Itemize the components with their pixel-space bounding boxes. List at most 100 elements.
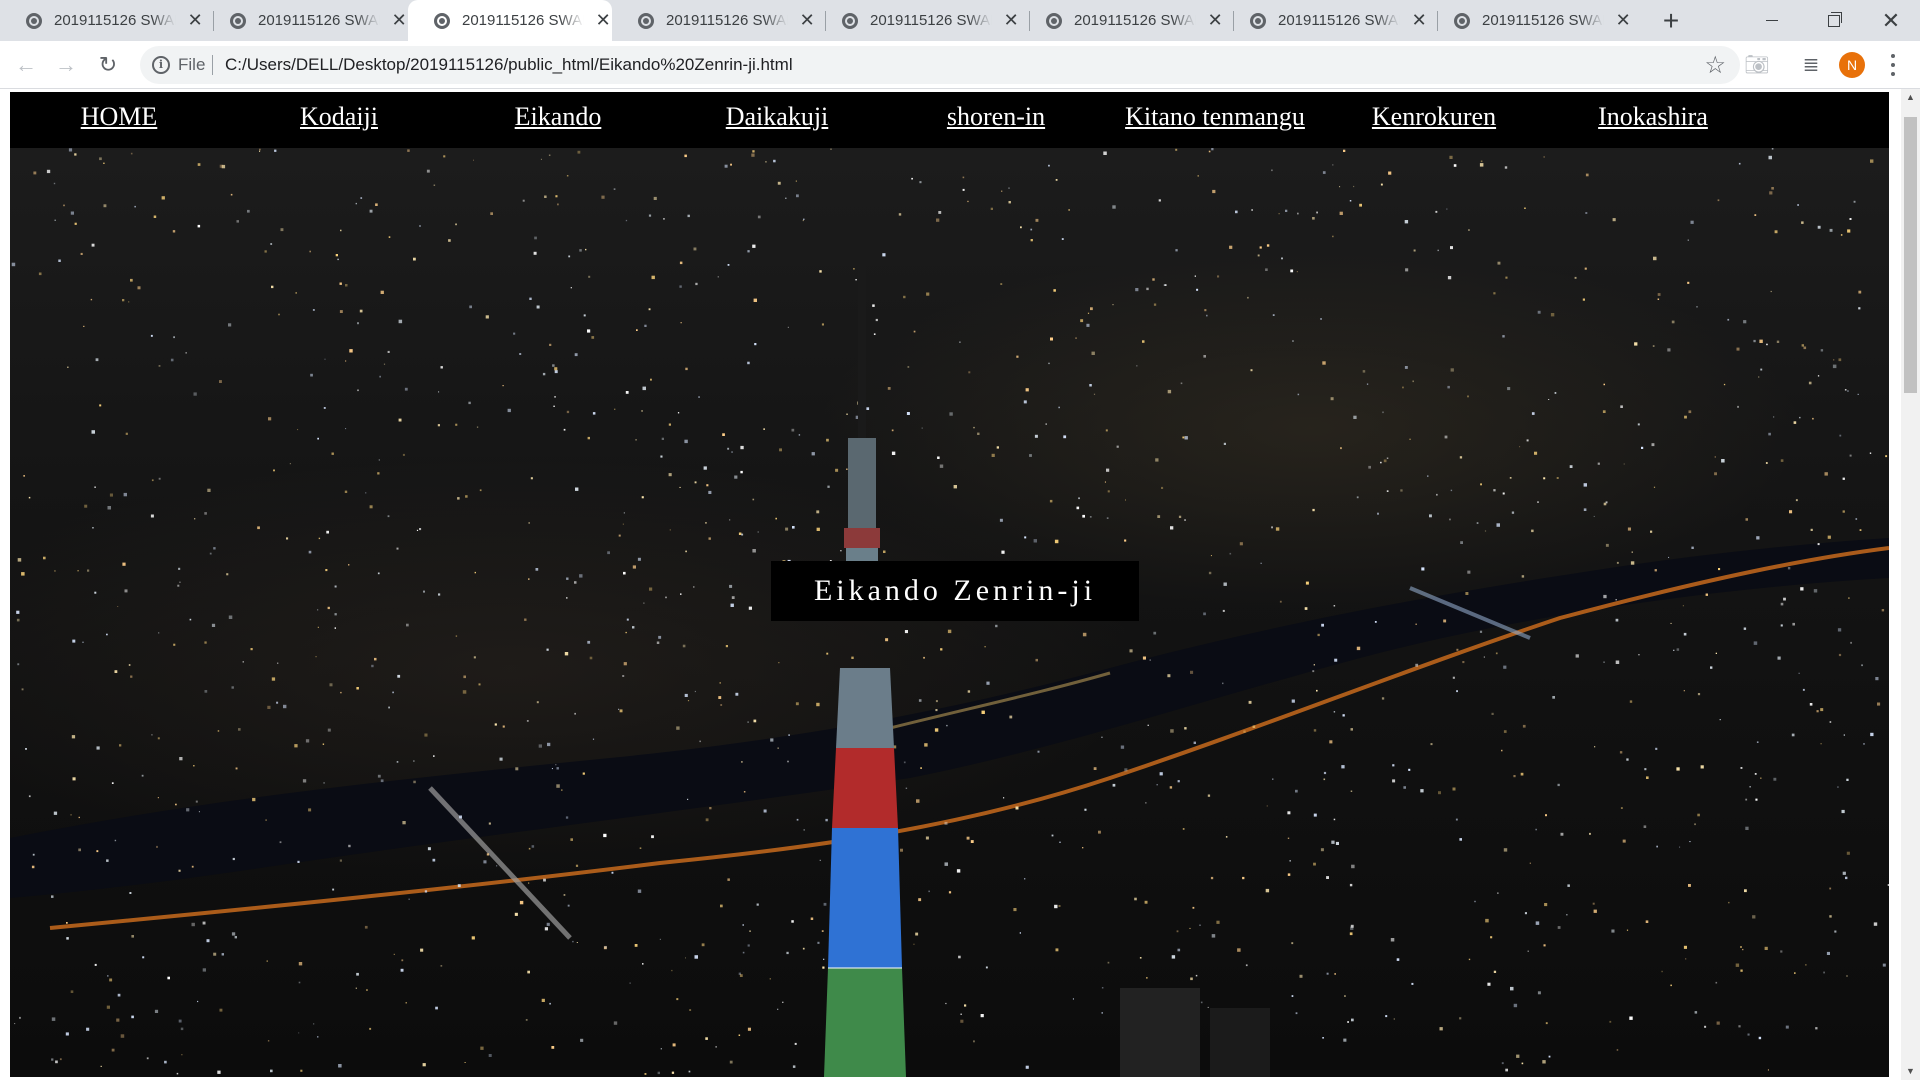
nav-link-kenrokuren[interactable]: Kenrokuren <box>1372 102 1496 132</box>
city-light <box>1437 249 1439 252</box>
city-light <box>1826 951 1830 955</box>
city-light <box>1353 185 1355 188</box>
media-control-icon[interactable]: ≣ <box>1795 49 1827 81</box>
city-light <box>1616 1049 1619 1051</box>
city-light <box>1001 550 1005 554</box>
back-button[interactable]: ← <box>10 49 42 81</box>
city-light <box>1676 767 1680 771</box>
nav-link-inokashira[interactable]: Inokashira <box>1598 102 1708 132</box>
browser-tab[interactable]: 2019115126 SWAMI ✕ <box>612 0 816 41</box>
city-light <box>967 200 969 203</box>
city-light <box>659 938 661 940</box>
browser-tab[interactable]: 2019115126 SWAMI ✕ <box>816 0 1020 41</box>
camera-icon[interactable]: 📷︎ <box>1741 49 1773 81</box>
browser-tab-active[interactable]: 2019115126 SWAMI ✕ <box>408 0 612 41</box>
nav-link-eikando[interactable]: Eikando <box>515 102 602 132</box>
browser-tab[interactable]: 2019115126 SWAMI ✕ <box>1428 0 1632 41</box>
vertical-scrollbar[interactable]: ▲ ▼ <box>1901 89 1920 1080</box>
building <box>1210 1008 1270 1077</box>
address-bar[interactable]: i File C:/Users/DELL/Desktop/2019115126/… <box>140 46 1740 84</box>
city-light <box>1055 948 1059 952</box>
city-light <box>202 921 206 925</box>
city-light <box>1388 171 1392 175</box>
city-light <box>100 1065 102 1067</box>
city-light <box>1142 656 1146 660</box>
city-light <box>685 957 686 959</box>
city-light <box>1107 961 1110 964</box>
city-light <box>317 1036 319 1038</box>
close-tab-icon[interactable]: ✕ <box>1410 10 1428 31</box>
city-light <box>322 743 325 745</box>
city-light <box>623 662 627 666</box>
nav-link-daikakuji[interactable]: Daikakuji <box>726 102 829 132</box>
nav-link-kitano-tenmangu[interactable]: Kitano tenmangu <box>1125 102 1305 132</box>
nav-link-kodaiji[interactable]: Kodaiji <box>300 102 378 132</box>
city-light <box>921 427 923 429</box>
bookmark-star-icon[interactable]: ☆ <box>1704 51 1726 80</box>
city-light <box>1753 641 1758 645</box>
city-light <box>653 196 657 200</box>
city-light <box>920 767 922 769</box>
forward-button[interactable]: → <box>50 49 82 81</box>
url-text[interactable]: C:/Users/DELL/Desktop/2019115126/public_… <box>225 55 793 75</box>
city-light <box>151 734 153 736</box>
city-light <box>996 446 999 449</box>
city-light <box>377 472 380 475</box>
close-tab-icon[interactable]: ✕ <box>798 10 816 31</box>
close-tab-icon[interactable]: ✕ <box>1206 10 1224 31</box>
city-light <box>1749 786 1751 788</box>
city-light <box>43 556 46 560</box>
restore-button[interactable] <box>1806 0 1862 41</box>
more-menu-icon[interactable] <box>1883 52 1903 78</box>
browser-tab[interactable]: 2019115126 SWAMI ✕ <box>0 0 204 41</box>
city-light <box>1742 948 1744 951</box>
reload-button[interactable]: ↻ <box>92 49 124 81</box>
close-tab-icon[interactable]: ✕ <box>186 10 204 31</box>
city-light <box>1449 518 1451 521</box>
profile-avatar[interactable]: N <box>1839 52 1865 78</box>
browser-tab[interactable]: 2019115126 SWAMI ✕ <box>1020 0 1224 41</box>
close-tab-icon[interactable]: ✕ <box>1614 10 1632 31</box>
city-light <box>1502 335 1505 338</box>
city-light <box>388 236 391 238</box>
city-light <box>680 593 682 595</box>
minimize-button[interactable] <box>1744 0 1800 41</box>
browser-tab[interactable]: 2019115126 SWAMI ✕ <box>204 0 408 41</box>
city-light <box>1673 649 1675 651</box>
city-light <box>408 898 410 900</box>
info-icon[interactable]: i <box>152 56 170 74</box>
city-light <box>701 943 705 947</box>
nav-link-shoren-in[interactable]: shoren-in <box>947 102 1045 132</box>
city-light <box>1877 702 1881 706</box>
city-light <box>650 378 652 381</box>
city-light <box>178 869 181 872</box>
scroll-up-arrow-icon[interactable]: ▲ <box>1901 89 1920 106</box>
city-light <box>660 455 663 458</box>
scroll-down-arrow-icon[interactable]: ▼ <box>1901 1063 1920 1080</box>
scrollbar-thumb[interactable] <box>1904 117 1917 393</box>
city-light <box>1242 876 1245 880</box>
city-light <box>1645 920 1649 923</box>
city-light <box>1058 905 1061 907</box>
close-tab-icon[interactable]: ✕ <box>1002 10 1020 31</box>
city-light <box>109 978 113 982</box>
close-tab-icon[interactable]: ✕ <box>594 10 612 31</box>
city-light <box>1493 970 1497 973</box>
city-light <box>549 343 552 346</box>
city-light <box>193 765 195 767</box>
city-light <box>488 1054 492 1057</box>
nav-link-home[interactable]: HOME <box>81 102 158 132</box>
window-close-button[interactable]: ✕ <box>1862 0 1920 41</box>
city-light <box>157 737 160 740</box>
city-light <box>915 932 919 936</box>
city-light <box>185 352 187 354</box>
city-light <box>591 336 595 339</box>
city-light <box>114 839 117 842</box>
city-light <box>554 370 558 374</box>
browser-tab[interactable]: 2019115126 SWAMI ✕ <box>1224 0 1428 41</box>
city-light <box>1521 575 1525 578</box>
city-light <box>1103 151 1107 155</box>
close-tab-icon[interactable]: ✕ <box>390 10 408 31</box>
city-light <box>1870 732 1874 737</box>
new-tab-button[interactable]: + <box>1655 5 1687 37</box>
